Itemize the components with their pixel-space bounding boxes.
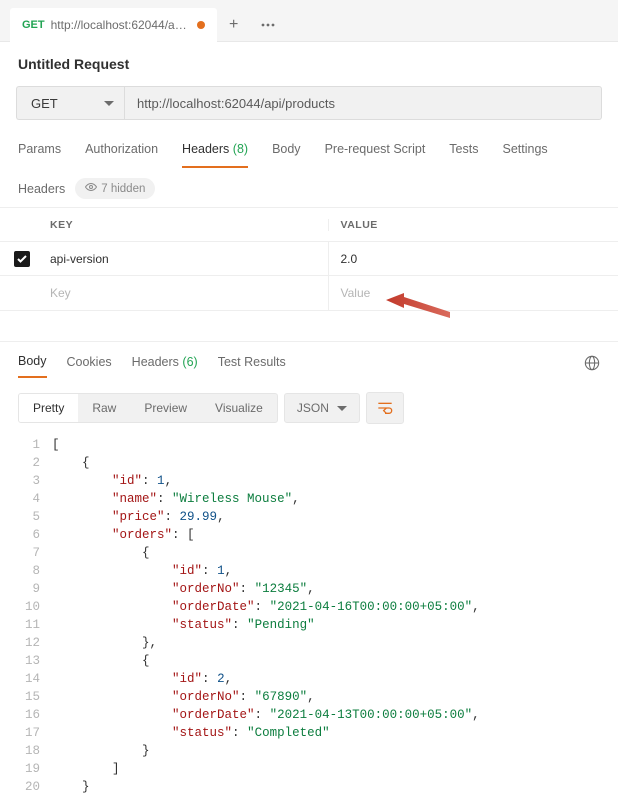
code-lines: [ { "id": 1, "name": "Wireless Mouse", "…: [52, 436, 618, 796]
chevron-down-icon: [104, 101, 114, 106]
tab-bar: GET http://localhost:62044/api/prod... +: [0, 0, 618, 42]
tab-headers[interactable]: Headers (8): [182, 136, 248, 168]
tab-options-button[interactable]: [251, 8, 285, 42]
header-key-input[interactable]: api-version: [44, 242, 329, 275]
wrap-button[interactable]: [366, 392, 404, 424]
headers-table-head: KEY VALUE: [0, 208, 618, 242]
col-value: VALUE: [329, 219, 618, 231]
header-value-placeholder[interactable]: Value: [329, 276, 618, 310]
view-toolbar: Pretty Raw Preview Visualize JSON: [0, 386, 618, 432]
resp-right-icons: [584, 355, 600, 376]
resp-tab-body[interactable]: Body: [18, 352, 47, 378]
lang-select[interactable]: JSON: [284, 393, 360, 423]
ellipsis-icon: [261, 23, 275, 27]
col-key: KEY: [44, 219, 329, 231]
tab-body[interactable]: Body: [272, 136, 301, 168]
headers-subhead-label: Headers: [18, 182, 65, 196]
preview-button[interactable]: Preview: [130, 394, 201, 422]
resp-tab-test-results[interactable]: Test Results: [218, 353, 286, 377]
tab-params[interactable]: Params: [18, 136, 61, 168]
tab-request[interactable]: GET http://localhost:62044/api/prod...: [10, 8, 217, 42]
tab-settings[interactable]: Settings: [502, 136, 547, 168]
tab-method-label: GET: [22, 19, 45, 31]
response-body[interactable]: 1234567891011121314151617181920 [ { "id"…: [0, 432, 618, 804]
tab-title: http://localhost:62044/api/prod...: [51, 18, 191, 32]
new-tab-button[interactable]: +: [217, 8, 251, 42]
url-bar: GET: [0, 82, 618, 136]
tab-prerequest[interactable]: Pre-request Script: [325, 136, 426, 168]
pretty-button[interactable]: Pretty: [19, 394, 78, 422]
check-icon: [16, 253, 28, 265]
row-checkbox[interactable]: [14, 251, 30, 267]
view-mode-group: Pretty Raw Preview Visualize: [18, 393, 278, 423]
hidden-headers-pill[interactable]: 7 hidden: [75, 178, 155, 199]
tab-authorization[interactable]: Authorization: [85, 136, 158, 168]
chevron-down-icon: [337, 406, 347, 411]
method-select-label: GET: [31, 96, 58, 111]
visualize-button[interactable]: Visualize: [201, 394, 277, 422]
headers-table-row-empty: Key Value: [0, 276, 618, 310]
header-value-input[interactable]: 2.0: [329, 242, 618, 275]
headers-table: KEY VALUE api-version 2.0 Key Value: [0, 207, 618, 311]
wrap-icon: [377, 401, 393, 415]
line-gutter: 1234567891011121314151617181920: [0, 436, 52, 796]
method-select[interactable]: GET: [16, 86, 124, 120]
tab-tests[interactable]: Tests: [449, 136, 478, 168]
resp-tab-headers[interactable]: Headers (6): [132, 353, 198, 377]
request-tabs: Params Authorization Headers (8) Body Pr…: [0, 136, 618, 168]
url-input[interactable]: [124, 86, 602, 120]
headers-subhead: Headers 7 hidden: [0, 168, 618, 207]
header-key-placeholder[interactable]: Key: [44, 276, 329, 310]
request-title[interactable]: Untitled Request: [0, 42, 618, 82]
eye-icon: [85, 181, 97, 196]
headers-table-row: api-version 2.0: [0, 242, 618, 276]
unsaved-dot-icon: [197, 21, 205, 29]
globe-icon[interactable]: [584, 358, 600, 375]
resp-tab-cookies[interactable]: Cookies: [67, 353, 112, 377]
response-tabs: Body Cookies Headers (6) Test Results: [0, 342, 618, 386]
raw-button[interactable]: Raw: [78, 394, 130, 422]
